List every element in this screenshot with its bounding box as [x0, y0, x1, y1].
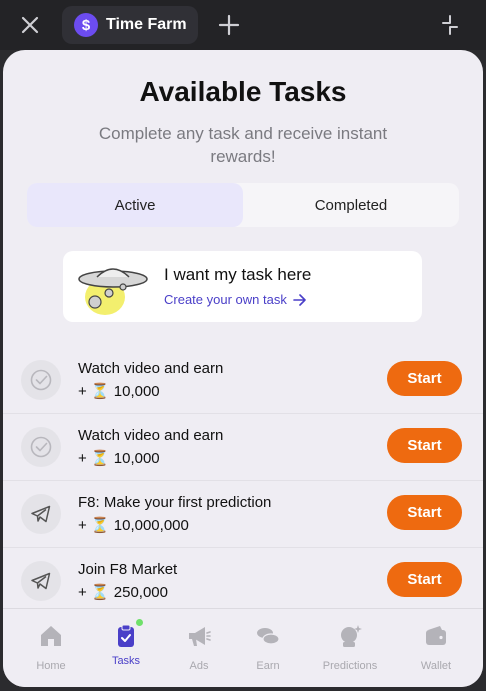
tab-completed[interactable]: Completed: [243, 183, 459, 227]
nav-label: Tasks: [111, 655, 141, 667]
nav-label: Predictions: [322, 660, 378, 672]
task-reward: + ⏳ 10,000,000: [78, 517, 189, 534]
notification-dot: [136, 619, 143, 626]
start-button[interactable]: Start: [387, 428, 462, 463]
app-logo-icon: $: [74, 13, 98, 37]
page-title: Available Tasks: [139, 76, 347, 107]
task-reward: + ⏳ 10,000: [78, 383, 160, 400]
collapse-icon[interactable]: [438, 13, 462, 37]
start-button[interactable]: Start: [387, 361, 462, 396]
nav-label: Home: [36, 660, 66, 672]
nav-item-ads[interactable]: Ads: [164, 623, 234, 672]
tab-title: Time Farm: [106, 16, 187, 33]
task-reward: + ⏳ 250,000: [78, 584, 168, 601]
page-subtitle: Complete any task and receive instant re…: [98, 124, 388, 166]
close-icon[interactable]: [18, 13, 42, 37]
ufo-illustration-icon: [78, 268, 148, 315]
plus-icon[interactable]: [218, 14, 240, 36]
task-row: Watch video and earn + ⏳ 10,000 Start: [3, 347, 483, 414]
check-circle-icon: [21, 360, 61, 400]
megaphone-icon: [189, 627, 211, 646]
start-button[interactable]: Start: [387, 495, 462, 530]
task-reward: + ⏳ 10,000: [78, 450, 160, 467]
task-name: F8: Make your first prediction: [78, 494, 272, 511]
tab-active[interactable]: Active: [27, 183, 243, 227]
nav-item-wallet[interactable]: Wallet: [401, 623, 471, 672]
task-row: Watch video and earn + ⏳ 10,000 Start: [3, 414, 483, 481]
tab-time-farm[interactable]: $ Time Farm: [62, 6, 198, 44]
nav-item-predictions[interactable]: Predictions: [315, 623, 385, 672]
home-icon: [41, 626, 61, 646]
arrow-right-icon: [293, 293, 306, 306]
telegram-icon: [21, 561, 61, 601]
task-name: Watch video and earn: [78, 427, 224, 444]
coins-icon: [257, 628, 280, 645]
task-name: Join F8 Market: [78, 561, 178, 578]
task-row: F8: Make your first prediction + ⏳ 10,00…: [3, 481, 483, 548]
nav-item-home[interactable]: Home: [16, 623, 86, 672]
task-name: Watch video and earn: [78, 360, 224, 377]
nav-item-earn[interactable]: Earn: [233, 623, 303, 672]
nav-label: Ads: [189, 660, 209, 672]
bottom-nav: Home Tasks Ads Earn Predictions Wallet: [3, 608, 483, 687]
check-circle-icon: [21, 427, 61, 467]
nav-label: Wallet: [420, 660, 452, 672]
promo-title: I want my task here: [164, 265, 312, 284]
create-task-link-label: Create your own task: [164, 292, 287, 307]
create-task-link[interactable]: Create your own task: [164, 292, 307, 307]
telegram-icon: [21, 494, 61, 534]
tasks-panel: Available Tasks Complete any task and re…: [3, 50, 483, 687]
clipboard-check-icon: [113, 619, 143, 649]
title-bar: $ Time Farm: [0, 0, 486, 50]
nav-label: Earn: [256, 660, 280, 672]
start-button[interactable]: Start: [387, 562, 462, 597]
task-filter-segmented-control: Active Completed: [27, 183, 459, 227]
crystal-ball-icon: [341, 625, 362, 647]
nav-item-tasks[interactable]: Tasks: [91, 619, 161, 667]
wallet-icon: [426, 626, 446, 645]
task-row: Join F8 Market + ⏳ 250,000 Start: [3, 548, 483, 615]
create-task-promo-card[interactable]: I want my task here Create your own task: [63, 251, 422, 322]
